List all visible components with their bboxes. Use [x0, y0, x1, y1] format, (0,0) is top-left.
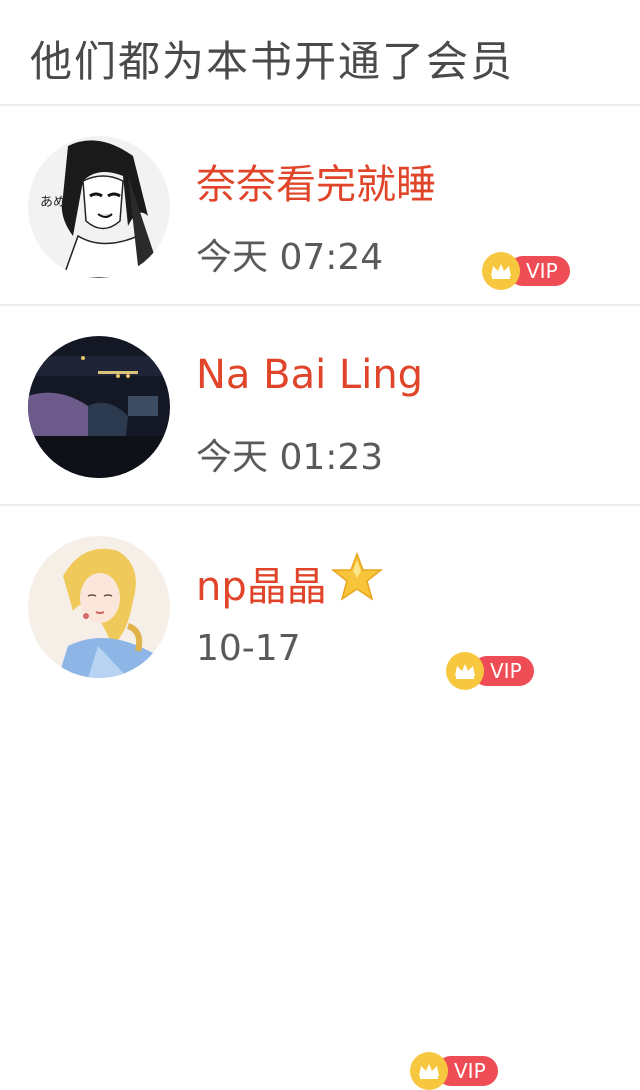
section-header: 他们都为本书开通了会员 — [0, 0, 640, 106]
member-row[interactable]: あめ 奈奈看完就睡 VIP 今天 07:24 — [0, 106, 640, 306]
crown-icon — [482, 252, 520, 290]
crown-icon — [446, 652, 484, 690]
vip-badge: VIP — [482, 252, 570, 290]
svg-text:あめ: あめ — [40, 195, 66, 210]
member-row[interactable]: Na Bai Ling VIP 今天 01:23 — [0, 306, 640, 690]
member-time: 10-17 — [196, 628, 301, 669]
member-name[interactable]: 奈奈看完就睡 — [196, 152, 436, 210]
crown-icon — [410, 1052, 448, 1090]
member-row[interactable]: np晶晶 VIP 10-17 — [0, 506, 640, 1090]
member-time: 今天 07:24 — [196, 237, 384, 278]
avatar[interactable] — [28, 536, 170, 678]
avatar[interactable]: あめ — [28, 136, 170, 278]
member-name[interactable]: Na Bai Ling — [196, 352, 423, 398]
star-emoji-icon — [330, 551, 383, 614]
avatar[interactable] — [28, 336, 170, 478]
member-time: 今天 01:23 — [196, 437, 384, 478]
member-name[interactable]: np晶晶 — [196, 551, 383, 614]
section-title: 他们都为本书开通了会员 — [30, 37, 515, 86]
vip-badge: VIP — [410, 1052, 498, 1090]
